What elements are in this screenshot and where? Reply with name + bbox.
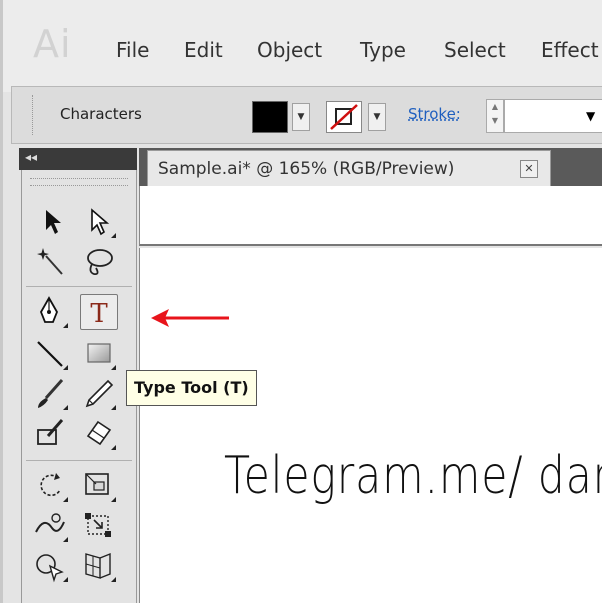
menu-effect[interactable]: Effect bbox=[541, 38, 599, 62]
magic-wand-tool[interactable] bbox=[32, 244, 70, 280]
document-tab-bar: Sample.ai* @ 165% (RGB/Preview) ✕ bbox=[139, 148, 602, 186]
tool-group-indicator bbox=[63, 537, 68, 542]
pen-tool[interactable] bbox=[32, 294, 70, 330]
tool-group-indicator bbox=[63, 323, 68, 328]
tool-group-indicator bbox=[63, 405, 68, 410]
free-transform-tool[interactable] bbox=[80, 508, 118, 544]
document-tab[interactable]: Sample.ai* @ 165% (RGB/Preview) ✕ bbox=[147, 150, 551, 186]
tool-group-indicator bbox=[111, 445, 116, 450]
stroke-weight-spinner[interactable]: ▲ ▼ bbox=[486, 99, 504, 133]
tool-group-indicator bbox=[111, 233, 116, 238]
control-bar: Characters ▼ ▼ Stroke: ▲ ▼ ▼ bbox=[11, 86, 602, 144]
characters-panel-link[interactable]: Characters bbox=[60, 105, 142, 123]
stroke-dropdown-button[interactable]: ▼ bbox=[368, 103, 386, 131]
stroke-color-swatch[interactable] bbox=[326, 101, 362, 133]
pencil-tool[interactable] bbox=[80, 376, 118, 412]
tooltip: Type Tool (T) bbox=[126, 370, 257, 406]
tools-panel-header: ◂◂ bbox=[19, 148, 137, 170]
paintbrush-tool[interactable] bbox=[32, 376, 70, 412]
close-icon[interactable]: ✕ bbox=[520, 160, 538, 178]
blob-brush-tool[interactable] bbox=[32, 416, 70, 452]
app-window: Ai File Edit Object Type Select Effect C… bbox=[0, 0, 602, 603]
type-tool[interactable]: T bbox=[80, 294, 118, 330]
collapse-panel-icon[interactable]: ◂◂ bbox=[25, 150, 37, 164]
tools-grip[interactable] bbox=[30, 178, 128, 186]
tools-panel: T bbox=[21, 170, 137, 603]
no-stroke-icon bbox=[330, 104, 358, 130]
scale-tool[interactable] bbox=[80, 468, 118, 504]
direct-selection-tool[interactable] bbox=[80, 204, 118, 240]
line-segment-tool[interactable] bbox=[32, 336, 70, 372]
blob-brush-icon bbox=[37, 419, 64, 445]
menu-edit[interactable]: Edit bbox=[184, 38, 223, 62]
divider bbox=[26, 460, 132, 461]
app-logo: Ai bbox=[33, 22, 72, 66]
stroke-weight-dropdown-icon[interactable]: ▼ bbox=[586, 109, 595, 123]
type-t-icon: T bbox=[90, 299, 108, 329]
tool-group-indicator bbox=[111, 497, 116, 502]
rotate-tool[interactable] bbox=[32, 468, 70, 504]
artboard-canvas[interactable]: Telegram.me/ danc bbox=[139, 248, 602, 603]
document-title: Sample.ai* @ 165% (RGB/Preview) bbox=[158, 159, 455, 179]
fill-dropdown-button[interactable]: ▼ bbox=[292, 103, 310, 131]
menu-file[interactable]: File bbox=[116, 38, 149, 62]
tool-group-indicator bbox=[111, 405, 116, 410]
watermark-text: Telegram.me/ danc bbox=[224, 446, 602, 506]
document-top-area bbox=[139, 186, 602, 246]
arrow-icon bbox=[46, 210, 61, 234]
free-transform-icon bbox=[85, 513, 111, 537]
eraser-tool[interactable] bbox=[80, 416, 118, 452]
tool-group-indicator bbox=[63, 577, 68, 582]
perspective-grid-tool[interactable] bbox=[80, 548, 118, 584]
tool-group-indicator bbox=[111, 577, 116, 582]
menu-object[interactable]: Object bbox=[257, 38, 322, 62]
stroke-panel-link[interactable]: Stroke: bbox=[408, 105, 461, 123]
menu-select[interactable]: Select bbox=[444, 38, 506, 62]
lasso-icon bbox=[87, 249, 113, 276]
warp-tool[interactable] bbox=[32, 508, 70, 544]
menu-bar: Ai File Edit Object Type Select Effect bbox=[3, 0, 602, 92]
type-tool-glyph: T bbox=[90, 299, 108, 329]
tool-group-indicator bbox=[111, 365, 116, 370]
tool-group-indicator bbox=[63, 365, 68, 370]
magic-wand-icon bbox=[37, 248, 63, 275]
rectangle-tool[interactable] bbox=[80, 336, 118, 372]
panel-grip[interactable] bbox=[32, 95, 36, 135]
selection-tool[interactable] bbox=[32, 204, 70, 240]
annotation-arrow-icon bbox=[151, 309, 229, 327]
divider bbox=[26, 286, 132, 287]
tool-group-indicator bbox=[63, 497, 68, 502]
lasso-tool[interactable] bbox=[80, 244, 118, 280]
menu-type[interactable]: Type bbox=[360, 38, 406, 62]
shape-builder-tool[interactable] bbox=[32, 548, 70, 584]
fill-color-swatch[interactable] bbox=[252, 101, 288, 133]
